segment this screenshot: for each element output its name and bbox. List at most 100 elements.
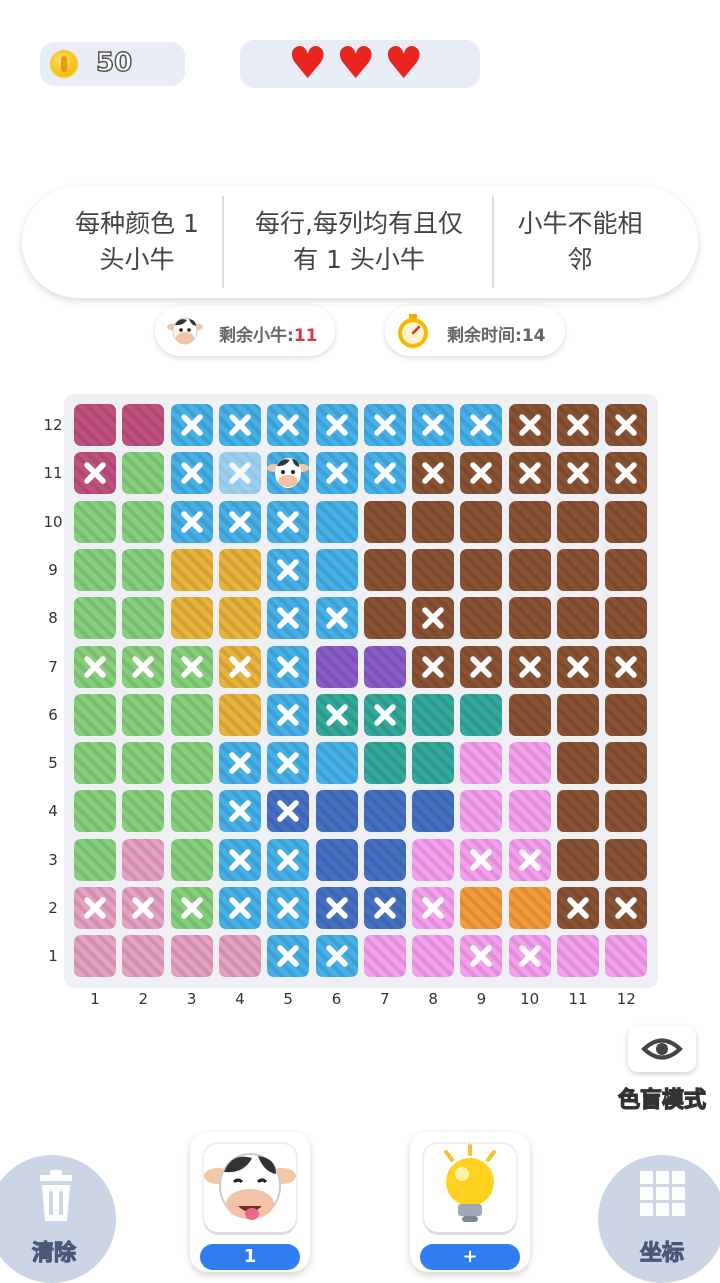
cell-light-blue[interactable] xyxy=(218,500,261,543)
cell-yellow[interactable] xyxy=(170,597,213,640)
cell-light-blue[interactable] xyxy=(315,404,358,446)
cell-dark-blue[interactable] xyxy=(363,887,406,929)
cell-brown[interactable] xyxy=(508,500,551,543)
cell-brown[interactable] xyxy=(508,645,551,688)
cell-brown[interactable] xyxy=(412,452,455,495)
cell-rose[interactable] xyxy=(74,935,116,978)
cell-light-blue[interactable] xyxy=(412,404,455,446)
cell-orange[interactable] xyxy=(460,887,503,929)
cell-brown[interactable] xyxy=(605,742,648,785)
cell-pink[interactable] xyxy=(508,838,551,881)
cell-light-blue[interactable] xyxy=(363,404,406,446)
cell-dark-blue[interactable] xyxy=(267,790,310,833)
cell-pink[interactable] xyxy=(508,742,551,785)
cell-brown[interactable] xyxy=(557,500,599,543)
cell-green[interactable] xyxy=(122,500,165,543)
cell-teal[interactable] xyxy=(412,742,455,785)
cell-light-blue[interactable] xyxy=(363,452,406,495)
cell-dark-blue[interactable] xyxy=(315,838,358,881)
cell-brown[interactable] xyxy=(363,500,406,543)
cell-green[interactable] xyxy=(170,838,213,881)
cell-dark-blue[interactable] xyxy=(315,790,358,833)
cell-light-blue[interactable] xyxy=(267,693,310,736)
colorblind-button[interactable] xyxy=(628,1026,696,1072)
cell-green[interactable] xyxy=(170,887,213,929)
cell-brown[interactable] xyxy=(605,500,648,543)
cell-brown[interactable] xyxy=(363,597,406,640)
cell-green[interactable] xyxy=(74,838,116,881)
cell-brown[interactable] xyxy=(605,838,648,881)
cell-green[interactable] xyxy=(74,645,116,688)
cell-pink[interactable] xyxy=(460,742,503,785)
cell-green[interactable] xyxy=(74,500,116,543)
cell-teal[interactable] xyxy=(460,693,503,736)
cell-light-blue[interactable] xyxy=(218,790,261,833)
cell-light-blue[interactable] xyxy=(267,935,310,978)
cell-pink[interactable] xyxy=(605,935,648,978)
cell-brown[interactable] xyxy=(557,597,599,640)
cell-pink[interactable] xyxy=(460,838,503,881)
cell-brown[interactable] xyxy=(605,548,648,591)
cell-light-blue[interactable] xyxy=(460,404,503,446)
cell-light-blue[interactable] xyxy=(170,452,213,495)
cell-brown[interactable] xyxy=(508,452,551,495)
cell-light-blue[interactable] xyxy=(267,452,310,495)
cell-light-blue[interactable] xyxy=(170,500,213,543)
cell-rose[interactable] xyxy=(122,838,165,881)
cell-green[interactable] xyxy=(74,742,116,785)
cell-yellow[interactable] xyxy=(218,693,261,736)
cell-brown[interactable] xyxy=(557,693,599,736)
cell-pink[interactable] xyxy=(363,935,406,978)
cell-green[interactable] xyxy=(74,548,116,591)
cell-brown[interactable] xyxy=(605,597,648,640)
cell-light-blue[interactable] xyxy=(267,887,310,929)
cell-brown[interactable] xyxy=(557,887,599,929)
cell-light-blue[interactable] xyxy=(315,548,358,591)
cell-brown[interactable] xyxy=(605,693,648,736)
cell-green[interactable] xyxy=(122,693,165,736)
cell-orange[interactable] xyxy=(508,887,551,929)
cell-green[interactable] xyxy=(122,645,165,688)
cell-light-blue[interactable] xyxy=(170,404,213,446)
cell-teal[interactable] xyxy=(315,693,358,736)
cell-green[interactable] xyxy=(122,452,165,495)
cell-green[interactable] xyxy=(74,790,116,833)
hint-button[interactable]: + xyxy=(410,1132,530,1272)
cell-brown[interactable] xyxy=(460,645,503,688)
cell-pink[interactable] xyxy=(460,790,503,833)
cell-brown[interactable] xyxy=(412,597,455,640)
cell-green[interactable] xyxy=(170,693,213,736)
cell-brown[interactable] xyxy=(460,500,503,543)
cell-green[interactable] xyxy=(74,597,116,640)
cell-light-blue[interactable] xyxy=(218,838,261,881)
cell-brown[interactable] xyxy=(557,404,599,446)
cell-light-blue[interactable] xyxy=(315,597,358,640)
cell-light-blue[interactable] xyxy=(267,597,310,640)
cell-green[interactable] xyxy=(170,790,213,833)
cell-light-blue[interactable] xyxy=(267,500,310,543)
cell-yellow[interactable] xyxy=(170,548,213,591)
cell-rose[interactable] xyxy=(74,887,116,929)
cell-brown[interactable] xyxy=(557,742,599,785)
cell-light-blue[interactable] xyxy=(218,404,261,446)
cell-dark-blue[interactable] xyxy=(363,790,406,833)
cell-pink[interactable] xyxy=(412,935,455,978)
game-board[interactable] xyxy=(64,394,658,988)
cell-dark-blue[interactable] xyxy=(363,838,406,881)
clear-button[interactable]: 清除 xyxy=(0,1155,116,1283)
cell-light-blue[interactable] xyxy=(218,742,261,785)
cell-brown[interactable] xyxy=(605,404,648,446)
cell-rose[interactable] xyxy=(218,935,261,978)
cell-yellow[interactable] xyxy=(218,645,261,688)
cell-magenta[interactable] xyxy=(74,404,116,446)
cell-brown[interactable] xyxy=(412,500,455,543)
cell-brown[interactable] xyxy=(557,645,599,688)
cell-brown[interactable] xyxy=(460,452,503,495)
cell-green[interactable] xyxy=(122,742,165,785)
cell-yellow[interactable] xyxy=(218,597,261,640)
cell-brown[interactable] xyxy=(460,597,503,640)
cell-light-blue[interactable] xyxy=(315,935,358,978)
cell-brown[interactable] xyxy=(605,452,648,495)
cell-pink[interactable] xyxy=(557,935,599,978)
cell-pink[interactable] xyxy=(412,887,455,929)
